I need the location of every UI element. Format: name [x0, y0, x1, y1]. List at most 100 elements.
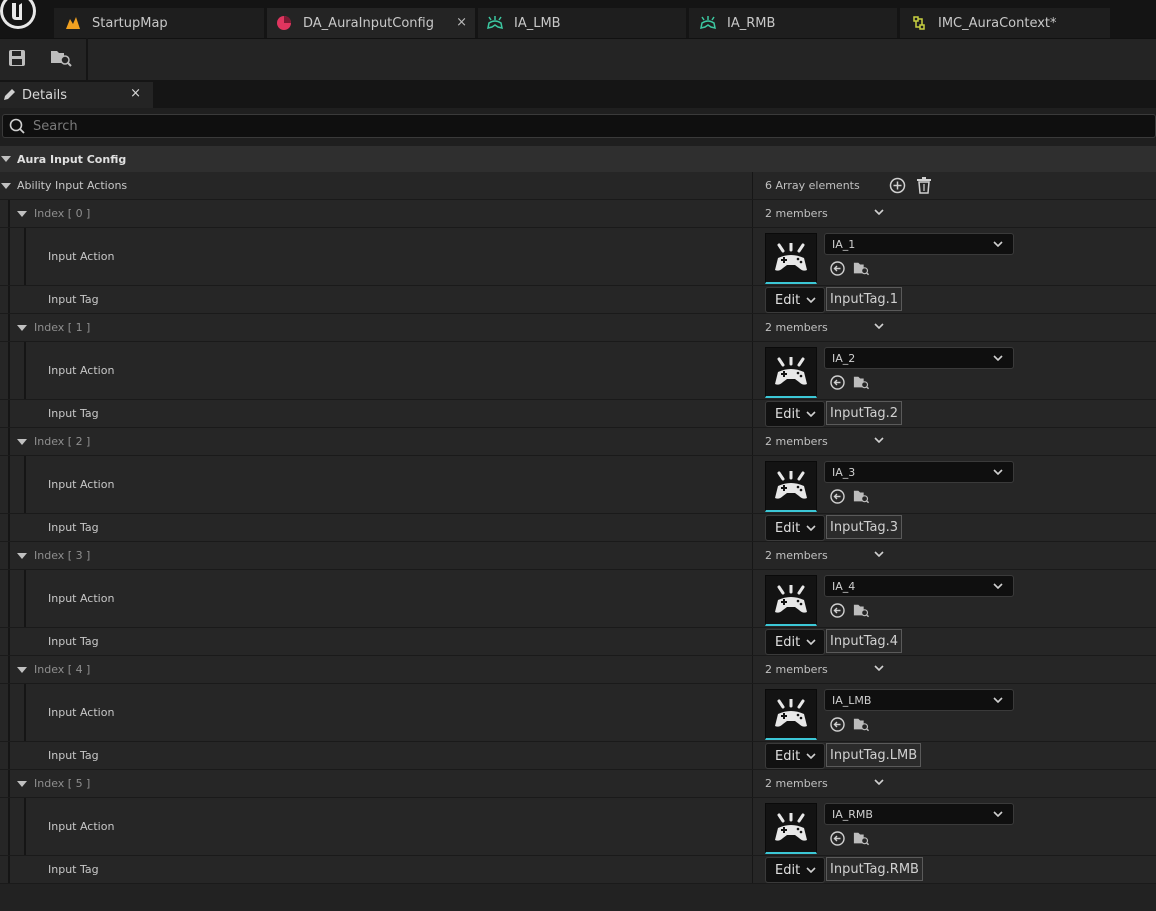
tag-value[interactable]: InputTag.1 [826, 287, 903, 311]
details-title: Details [22, 87, 68, 103]
save-button[interactable] [0, 46, 34, 74]
asset-thumbnail[interactable] [765, 803, 817, 854]
close-icon[interactable]: × [456, 15, 467, 30]
tab-startupmap[interactable]: StartupMap [54, 8, 264, 38]
expand-arrow-icon[interactable] [17, 666, 27, 673]
chevron-down-icon[interactable] [874, 207, 884, 218]
edit-tag-button[interactable]: Edit [765, 629, 825, 655]
add-element-icon[interactable] [889, 177, 906, 197]
input-action-row: Input Action IA_3 [0, 456, 1156, 514]
browse-asset-icon[interactable] [853, 488, 869, 504]
tab-ia-rmb[interactable]: IA_RMB [689, 8, 897, 38]
use-selected-icon[interactable] [829, 602, 845, 618]
browse-asset-icon[interactable] [853, 260, 869, 276]
tab-imc-auracontext[interactable]: IMC_AuraContext* [900, 8, 1110, 38]
toolbar [0, 38, 1156, 80]
use-selected-icon[interactable] [829, 260, 845, 276]
array-index-row[interactable]: Index [ 1 ] 2 members [0, 314, 1156, 342]
input-action-icon [699, 14, 717, 32]
asset-picker[interactable]: IA_1 [824, 233, 1014, 255]
input-tag-row: Input Tag Edit InputTag.RMB [0, 856, 1156, 884]
array-index-row[interactable]: Index [ 5 ] 2 members [0, 770, 1156, 798]
browse-asset-icon[interactable] [853, 602, 869, 618]
asset-picker-value: IA_2 [832, 351, 856, 365]
use-selected-icon[interactable] [829, 830, 845, 846]
unreal-logo[interactable] [0, 0, 38, 30]
tag-value[interactable]: InputTag.2 [826, 401, 903, 425]
array-index-row[interactable]: Index [ 3 ] 2 members [0, 542, 1156, 570]
asset-picker[interactable]: IA_LMB [824, 689, 1014, 711]
chevron-down-icon[interactable] [874, 663, 884, 674]
indent-guide [8, 628, 10, 655]
tab-label: IA_LMB [514, 15, 561, 31]
asset-thumbnail[interactable] [765, 461, 817, 512]
chevron-down-icon[interactable] [874, 321, 884, 332]
asset-thumbnail[interactable] [765, 347, 817, 398]
use-selected-icon[interactable] [829, 374, 845, 390]
members-count: 2 members [765, 321, 828, 334]
tag-value[interactable]: InputTag.RMB [826, 857, 923, 881]
category-header[interactable]: Aura Input Config [0, 146, 1156, 172]
browse-button[interactable] [44, 46, 78, 74]
indent-guide [8, 456, 10, 513]
tab-da-aurainputconfig[interactable]: DA_AuraInputConfig × [267, 8, 475, 38]
gamepad-icon [774, 243, 808, 273]
asset-thumbnail[interactable] [765, 689, 817, 740]
expand-arrow-icon[interactable] [17, 324, 27, 331]
expand-arrow-icon[interactable] [17, 780, 27, 787]
index-label: Index [ 2 ] [34, 435, 91, 448]
input-action-row: Input Action IA_4 [0, 570, 1156, 628]
asset-picker[interactable]: IA_3 [824, 461, 1014, 483]
chevron-down-icon [993, 351, 1003, 364]
edit-tag-button[interactable]: Edit [765, 515, 825, 541]
input-action-row: Input Action IA_2 [0, 342, 1156, 400]
expand-arrow-icon[interactable] [17, 210, 27, 217]
array-index-row[interactable]: Index [ 2 ] 2 members [0, 428, 1156, 456]
array-count: 6 Array elements [765, 179, 860, 192]
use-selected-icon[interactable] [829, 488, 845, 504]
details-tab-strip [0, 80, 1156, 108]
asset-thumbnail[interactable] [765, 233, 817, 284]
input-action-row: Input Action IA_RMB [0, 798, 1156, 856]
browse-asset-icon[interactable] [853, 374, 869, 390]
search-input[interactable] [31, 117, 1135, 135]
tab-label: StartupMap [92, 15, 168, 31]
asset-picker-value: IA_RMB [832, 807, 873, 821]
browse-asset-icon[interactable] [853, 830, 869, 846]
save-icon [8, 49, 26, 71]
browse-asset-icon[interactable] [853, 716, 869, 732]
tag-value[interactable]: InputTag.LMB [826, 743, 922, 767]
edit-label: Edit [775, 406, 801, 422]
asset-picker[interactable]: IA_2 [824, 347, 1014, 369]
tag-value[interactable]: InputTag.3 [826, 515, 903, 539]
edit-tag-button[interactable]: Edit [765, 401, 825, 427]
chevron-down-icon[interactable] [874, 435, 884, 446]
chevron-down-icon[interactable] [874, 777, 884, 788]
delete-all-icon[interactable] [917, 177, 931, 197]
details-tab[interactable]: Details × [0, 82, 153, 108]
input-tag-row: Input Tag Edit InputTag.4 [0, 628, 1156, 656]
expand-arrow-icon[interactable] [17, 552, 27, 559]
edit-tag-button[interactable]: Edit [765, 287, 825, 313]
tab-ia-lmb[interactable]: IA_LMB [478, 8, 686, 38]
input-action-label: Input Action [48, 592, 115, 605]
gamepad-icon [774, 357, 808, 387]
array-index-row[interactable]: Index [ 0 ] 2 members [0, 200, 1156, 228]
edit-tag-button[interactable]: Edit [765, 743, 825, 769]
map-icon [64, 14, 82, 32]
asset-picker[interactable]: IA_RMB [824, 803, 1014, 825]
expand-arrow-icon[interactable] [1, 182, 11, 189]
array-index-row[interactable]: Index [ 4 ] 2 members [0, 656, 1156, 684]
asset-thumbnail[interactable] [765, 575, 817, 626]
use-selected-icon[interactable] [829, 716, 845, 732]
chevron-down-icon [993, 237, 1003, 250]
search-box[interactable] [2, 114, 1156, 138]
expand-arrow-icon[interactable] [17, 438, 27, 445]
edit-tag-button[interactable]: Edit [765, 857, 825, 883]
close-icon[interactable]: × [130, 86, 141, 101]
chevron-down-icon[interactable] [874, 549, 884, 560]
asset-picker[interactable]: IA_4 [824, 575, 1014, 597]
index-label: Index [ 0 ] [34, 207, 91, 220]
tag-value[interactable]: InputTag.4 [826, 629, 903, 653]
indent-guide [24, 228, 26, 285]
